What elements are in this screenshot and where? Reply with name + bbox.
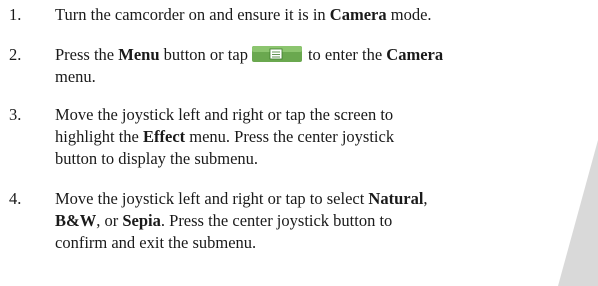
step-number: 3. — [9, 105, 22, 124]
step-line: Press the Menu button or tap to enter th… — [55, 45, 444, 64]
mode-name: Camera — [329, 5, 387, 24]
effect-option: B&W — [55, 211, 97, 230]
step-line: B&W, or Sepia. Press the center joystick… — [55, 211, 393, 230]
step-line: Move the joystick left and right or tap … — [55, 189, 428, 208]
step-number: 4. — [9, 189, 22, 208]
step-line: button to display the submenu. — [55, 149, 259, 168]
step-line: Turn the camcorder on and ensure it is i… — [55, 5, 432, 24]
step-line: highlight the Effect menu. Press the cen… — [55, 127, 395, 146]
menu-name: Effect — [143, 127, 186, 146]
step-text: Press the Menu button or tap to enter th… — [55, 44, 595, 88]
step-number: 1. — [9, 5, 22, 24]
manual-page: 1. Turn the camcorder on and ensure it i… — [0, 0, 598, 286]
step-text: Move the joystick left and right or tap … — [55, 188, 595, 254]
step-text: Turn the camcorder on and ensure it is i… — [55, 4, 595, 26]
step-text: Move the joystick left and right or tap … — [55, 104, 595, 170]
button-name: Menu — [118, 45, 160, 64]
menu-list-icon — [251, 46, 302, 63]
menu-name: Camera — [386, 45, 444, 64]
step-line: Move the joystick left and right or tap … — [55, 105, 394, 124]
effect-option: Natural — [368, 189, 424, 208]
step-line: menu. — [55, 67, 96, 86]
step-number: 2. — [9, 45, 22, 64]
effect-option: Sepia — [122, 211, 161, 230]
step-line: confirm and exit the submenu. — [55, 233, 257, 252]
